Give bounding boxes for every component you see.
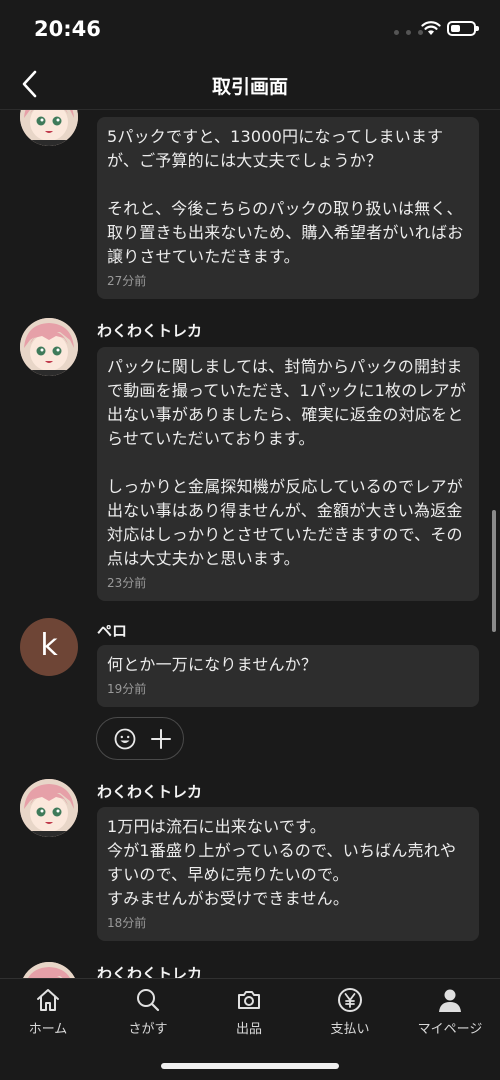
message-bubble: 1万円は流石に出来ないです。 今が1番盛り上がっているので、いちばん売れやすいの…: [97, 807, 479, 941]
tab-home[interactable]: ホーム: [3, 987, 93, 1043]
plus-icon[interactable]: [149, 727, 173, 751]
page-title: 取引画面: [211, 76, 288, 98]
message-time: 23分前: [107, 576, 147, 590]
message-bubble: 5パックですと、13000円になってしまいますが、ご予算的には大丈夫でしょうか？…: [97, 117, 479, 299]
message-text: パックに関しましては、封筒からパックの開封まで動画を撮っていただき、1パックに1…: [107, 357, 467, 568]
tab-payment[interactable]: 支払い: [305, 987, 395, 1043]
anime-girl-avatar-icon: [20, 110, 78, 146]
smiley-icon[interactable]: [114, 728, 136, 750]
seller-avatar[interactable]: [20, 110, 78, 146]
status-bar: 20:46: [0, 0, 500, 58]
tab-label: 支払い: [330, 1022, 370, 1037]
status-time: 20:46: [34, 17, 101, 41]
person-icon: [439, 989, 461, 1012]
header: 取引画面: [0, 58, 500, 110]
camera-icon: [238, 991, 260, 1009]
anime-girl-avatar-icon: [20, 779, 78, 837]
tab-sell[interactable]: 出品: [204, 987, 294, 1043]
cellular-signal-icon: [394, 30, 424, 36]
home-indicator: [161, 1063, 339, 1069]
message-time: 27分前: [107, 274, 147, 288]
home-icon: [37, 989, 59, 1011]
seller-avatar[interactable]: [20, 318, 78, 376]
transaction-screen: 20:46 取引画面 5パックですと、13000円になってしまいますが、ご予算的…: [0, 0, 500, 1080]
message-text: 何とか一万になりませんか？: [107, 655, 318, 674]
sender-name: わくわくトレカ: [97, 322, 203, 340]
tab-search[interactable]: さがす: [103, 987, 193, 1043]
message-text: 1万円は流石に出来ないです。 今が1番盛り上がっているので、いちばん売れやすいの…: [107, 817, 457, 908]
message-bubble: パックに関しましては、封筒からパックの開封まで動画を撮っていただき、1パックに1…: [97, 347, 479, 601]
sender-name: わくわくトレカ: [97, 965, 203, 978]
buyer-avatar[interactable]: k: [20, 618, 78, 676]
tab-label: ホーム: [28, 1022, 68, 1037]
reaction-bar: [96, 717, 184, 760]
sender-name: ペロ: [97, 622, 128, 640]
tab-label: 出品: [235, 1022, 262, 1037]
seller-avatar[interactable]: [20, 962, 78, 978]
yen-icon: [338, 988, 362, 1012]
seller-avatar[interactable]: [20, 779, 78, 837]
message-text: 5パックですと、13000円になってしまいますが、ご予算的には大丈夫でしょうか？…: [107, 127, 464, 266]
chat-thread[interactable]: 5パックですと、13000円になってしまいますが、ご予算的には大丈夫でしょうか？…: [0, 110, 500, 978]
scroll-indicator: [492, 510, 496, 632]
sender-name: わくわくトレカ: [97, 783, 203, 801]
search-icon: [137, 989, 160, 1012]
message-time: 18分前: [107, 916, 147, 930]
tab-mypage[interactable]: マイページ: [405, 987, 495, 1043]
message-time: 19分前: [107, 682, 147, 696]
anime-girl-avatar-icon: [20, 318, 78, 376]
anime-girl-avatar-icon: [20, 962, 78, 978]
wifi-icon: [421, 21, 441, 35]
tab-label: さがす: [128, 1022, 168, 1037]
message-bubble: 何とか一万になりませんか？ 19分前: [97, 645, 479, 707]
battery-icon: [447, 21, 479, 36]
tab-label: マイページ: [417, 1022, 483, 1037]
